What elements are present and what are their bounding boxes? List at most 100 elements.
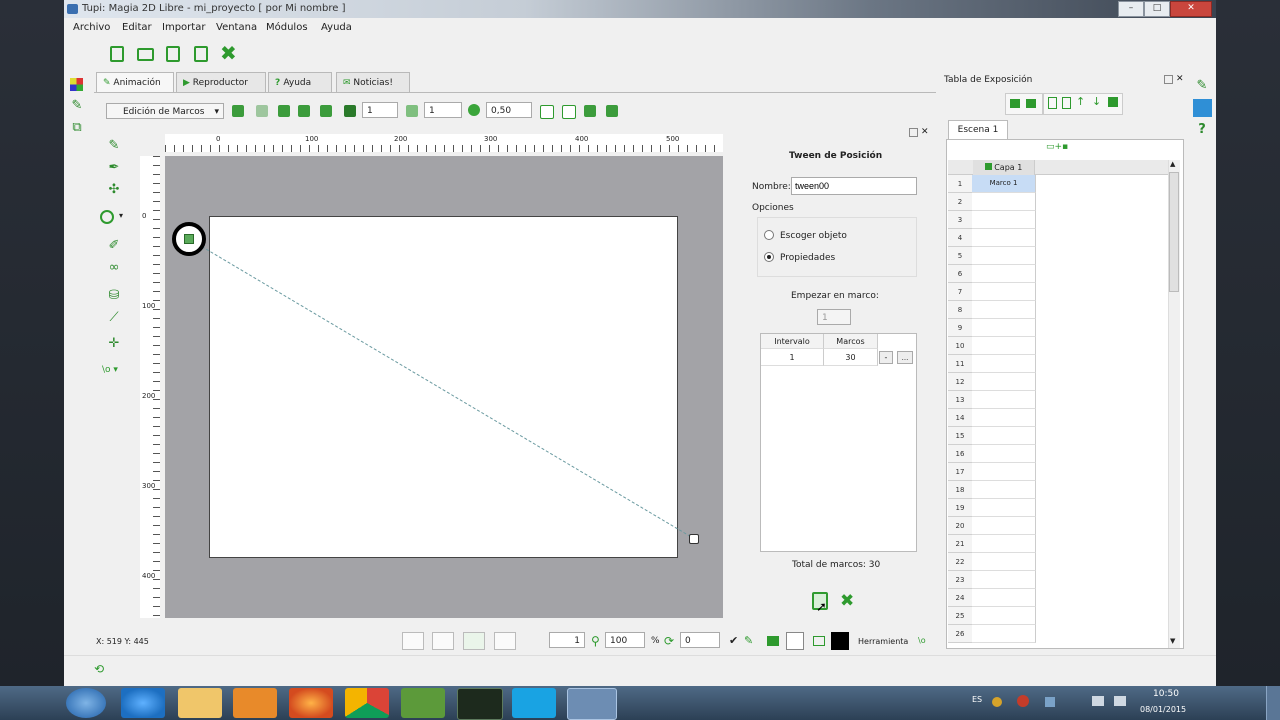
tray-icon-1[interactable] — [992, 697, 1002, 707]
chrome-icon[interactable] — [345, 688, 389, 718]
copy-frame-icon[interactable] — [278, 105, 290, 117]
save-icon[interactable] — [166, 46, 180, 62]
start-button[interactable] — [66, 688, 106, 718]
scroll-up-icon[interactable]: ▲ — [1170, 160, 1175, 168]
status-btn-layers-icon[interactable] — [522, 632, 542, 650]
input-language[interactable]: ES — [972, 695, 982, 704]
color-swatch-black[interactable] — [831, 632, 849, 650]
onion-skin-icon[interactable] — [320, 105, 332, 117]
remove-row-button[interactable]: - — [879, 351, 893, 364]
display-icon[interactable] — [562, 105, 576, 119]
skype-icon[interactable] — [512, 688, 556, 718]
tupi-taskbar-icon[interactable] — [567, 688, 617, 720]
polyline-tool-icon[interactable]: ✣ — [106, 182, 122, 198]
terminal-icon[interactable] — [457, 688, 503, 720]
arrow-down-icon[interactable]: ↓ — [1092, 95, 1101, 108]
next-frames-spinbox[interactable]: 1 — [424, 102, 462, 118]
menu-archivo[interactable]: Archivo — [73, 22, 110, 33]
brush-module-icon[interactable]: ✎ — [1194, 78, 1210, 94]
next-frame-icon[interactable] — [256, 105, 268, 117]
table-cell[interactable]: 1 — [761, 349, 824, 366]
open-folder-icon[interactable] — [137, 48, 154, 61]
tray-icon-2[interactable] — [1017, 695, 1029, 707]
opacity-spinbox[interactable]: 0,50 — [486, 102, 532, 118]
menu-modulos[interactable]: Módulos — [266, 22, 308, 33]
layer-header[interactable]: Capa 1 — [973, 160, 1035, 175]
menu-importar[interactable]: Importar — [162, 22, 205, 33]
xsheet-frame-cell[interactable] — [972, 499, 1036, 517]
tab-animacion[interactable]: ✎ Animación — [96, 72, 174, 92]
show-desktop-button[interactable] — [1266, 686, 1280, 720]
radio-escoger-objeto[interactable] — [764, 230, 774, 240]
xsheet-frame-cell[interactable] — [972, 535, 1036, 553]
xsheet-frame-cell[interactable] — [972, 391, 1036, 409]
table-cell[interactable]: 30 — [824, 349, 878, 366]
close-button[interactable]: ✕ — [1170, 1, 1212, 17]
volume-icon[interactable] — [1114, 696, 1126, 706]
xsheet-frame-cell[interactable] — [972, 229, 1036, 247]
ink-tool-icon[interactable]: ✒ — [106, 160, 122, 176]
xsheet-frame-cell[interactable] — [972, 427, 1036, 445]
remove-frame-icon[interactable] — [1062, 97, 1071, 109]
fill-tool-icon[interactable]: ⛁ — [106, 288, 122, 304]
circle-tool-icon[interactable] — [100, 210, 114, 224]
bg-color-icon[interactable] — [813, 636, 825, 646]
xsheet-frame-cell[interactable] — [972, 355, 1036, 373]
line-tool-icon[interactable]: ⟋ — [106, 310, 122, 326]
brush-icon[interactable]: ✎ — [744, 634, 753, 647]
menu-ayuda[interactable]: Ayuda — [321, 22, 352, 33]
xsheet-frame-cell[interactable] — [972, 193, 1036, 211]
export-icon[interactable] — [540, 105, 554, 119]
xsheet-module-icon[interactable] — [1193, 99, 1212, 117]
zoom-select[interactable]: 100 — [605, 632, 645, 648]
menu-ventana[interactable]: Ventana — [216, 22, 257, 33]
hand-tool-icon[interactable]: ✛ — [106, 336, 122, 352]
frame-spinbox[interactable]: 1 — [549, 632, 585, 648]
tween-name-input[interactable] — [791, 177, 917, 195]
xsheet-frame-cell[interactable] — [972, 517, 1036, 535]
tween-tool-icon[interactable]: \o ▾ — [102, 365, 118, 375]
tween-end-node[interactable] — [689, 534, 699, 544]
add-layer-icon[interactable]: ▭+▪ — [1046, 142, 1082, 152]
insert-frame-icon[interactable] — [1048, 97, 1057, 109]
pencil-tool-icon[interactable]: ✎ — [106, 138, 122, 154]
xsheet-float-icon[interactable] — [1164, 75, 1173, 84]
xsheet-frame-cell[interactable] — [972, 283, 1036, 301]
xsheet-frame-cell[interactable] — [972, 373, 1036, 391]
pen-color-icon[interactable] — [767, 636, 779, 646]
xsheet-frame-cell[interactable] — [972, 625, 1036, 643]
tab-noticias[interactable]: ✉ Noticias! — [336, 72, 410, 92]
nodes-tool-icon[interactable]: ∞ — [106, 260, 122, 276]
xsheet-frame-cell[interactable]: Marco 1 — [972, 175, 1036, 193]
help-module-icon[interactable]: ? — [1194, 122, 1210, 138]
stack-icon[interactable] — [344, 105, 356, 117]
status-btn-grid-icon[interactable] — [402, 632, 424, 650]
rotation-select[interactable]: 0 — [680, 632, 720, 648]
xsheet-frame-cell[interactable] — [972, 409, 1036, 427]
spreadsheet-icon[interactable] — [401, 688, 445, 718]
xsheet-frame-cell[interactable] — [972, 553, 1036, 571]
xsheet-frame-cell[interactable] — [972, 211, 1036, 229]
layers-icon[interactable]: ⧉ — [69, 120, 85, 136]
tab-ayuda[interactable]: ? Ayuda — [268, 72, 332, 92]
menu-editar[interactable]: Editar — [122, 22, 152, 33]
xsheet-frame-cell[interactable] — [972, 319, 1036, 337]
maximize-button[interactable]: □ — [1144, 1, 1170, 17]
start-frame-spinbox[interactable]: 1 — [817, 309, 851, 325]
clock-time[interactable]: 10:50 — [1153, 689, 1179, 699]
paste-frame-icon[interactable] — [298, 105, 310, 117]
next-onion-icon[interactable] — [406, 105, 418, 117]
camera-icon[interactable] — [584, 105, 596, 117]
film-icon[interactable] — [606, 105, 618, 117]
mode-select[interactable]: Edición de Marcos ▾ — [106, 103, 224, 119]
tab-reproductor[interactable]: ▶ Reproductor — [176, 72, 266, 92]
remove-scene-icon[interactable] — [1026, 99, 1036, 108]
xsheet-frame-cell[interactable] — [972, 337, 1036, 355]
xsheet-frame-cell[interactable] — [972, 607, 1036, 625]
previous-frames-spinbox[interactable]: 1 — [362, 102, 398, 118]
circle-tool-chevron-icon[interactable]: ▾ — [119, 211, 123, 220]
ie-icon[interactable] — [121, 688, 165, 718]
scene-tab[interactable]: Escena 1 — [948, 120, 1008, 139]
panel-close-icon[interactable]: ✕ — [921, 127, 929, 137]
select-tool-icon[interactable]: ✐ — [106, 238, 122, 254]
